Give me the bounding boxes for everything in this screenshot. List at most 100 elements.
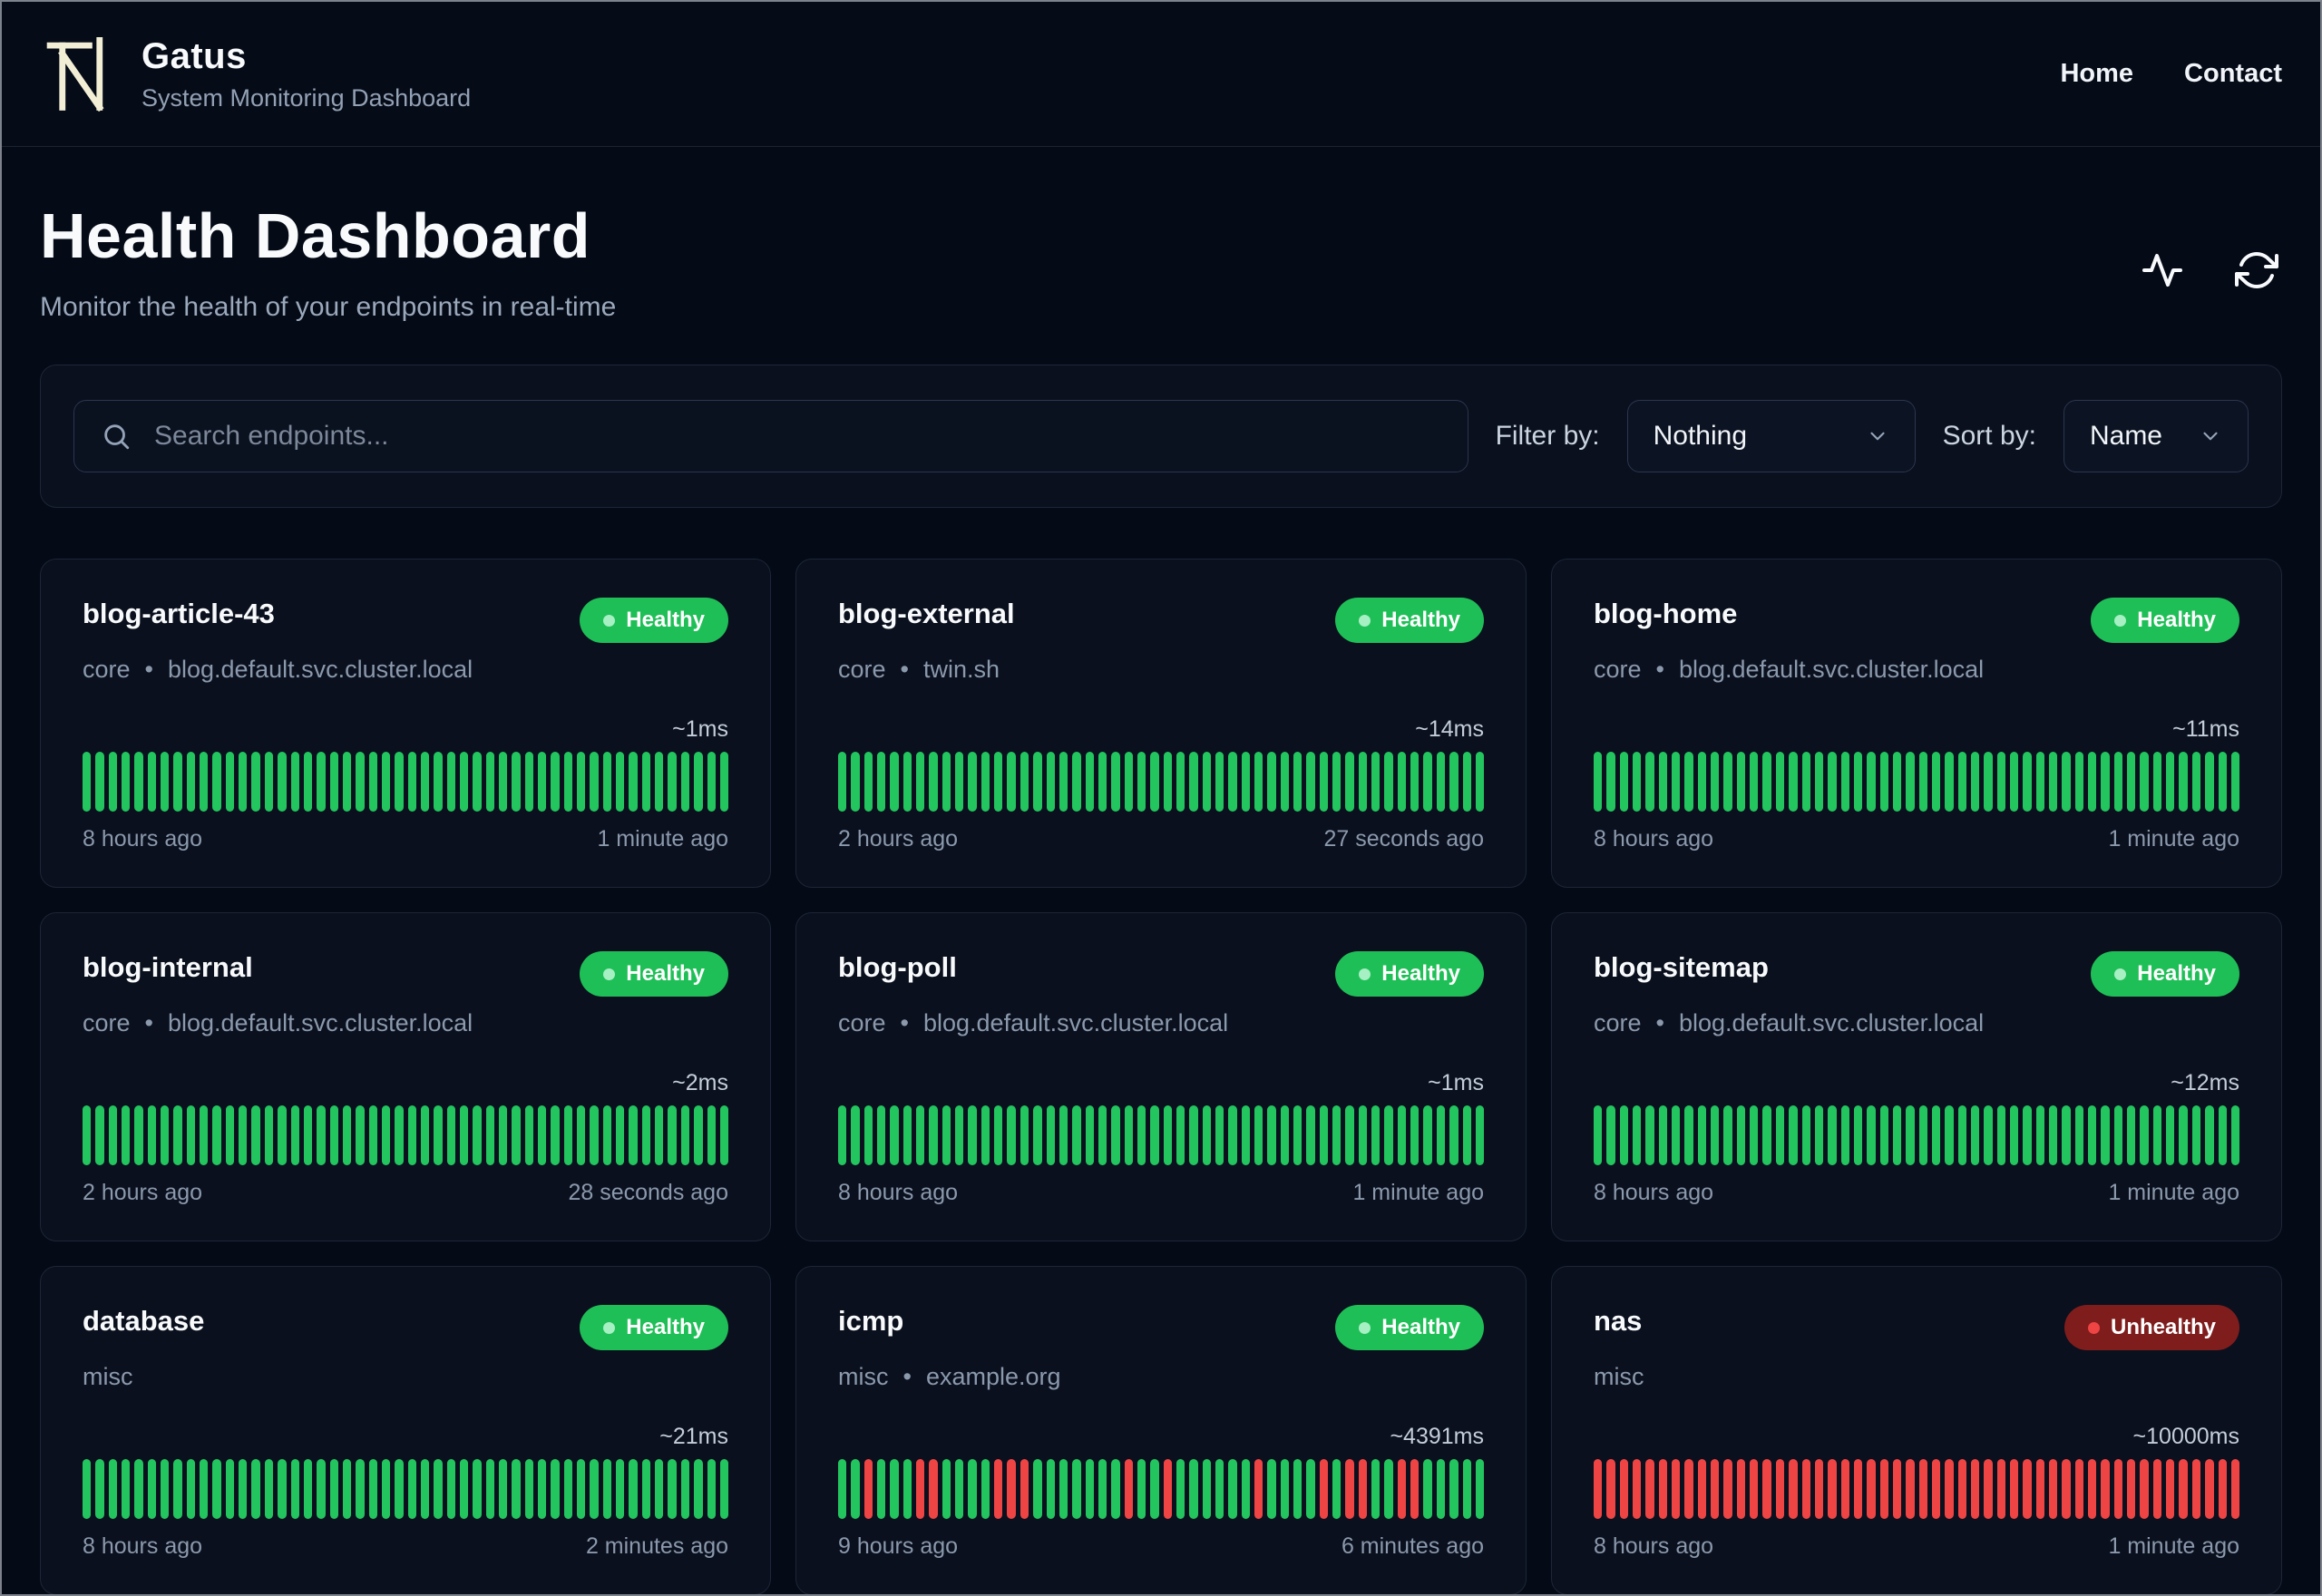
status-bar[interactable] (1945, 1105, 1954, 1165)
status-bar[interactable] (381, 1459, 391, 1519)
status-bar[interactable] (1345, 1459, 1354, 1519)
status-bar[interactable] (1775, 752, 1785, 812)
status-bar[interactable] (1371, 752, 1381, 812)
status-bar[interactable] (1085, 1459, 1094, 1519)
status-bar[interactable] (200, 752, 209, 812)
status-bar[interactable] (1345, 1105, 1354, 1165)
status-bar[interactable] (1267, 1459, 1276, 1519)
status-bar[interactable] (955, 1459, 964, 1519)
status-bar[interactable] (368, 752, 377, 812)
status-bar[interactable] (1384, 1105, 1393, 1165)
status-bar[interactable] (200, 1459, 209, 1519)
status-bar[interactable] (1423, 1105, 1432, 1165)
status-bar[interactable] (590, 1459, 599, 1519)
status-bar[interactable] (420, 1105, 430, 1165)
status-bar[interactable] (941, 752, 951, 812)
status-bar[interactable] (95, 1105, 104, 1165)
status-bar[interactable] (2205, 1459, 2214, 1519)
status-bar[interactable] (655, 752, 664, 812)
status-bar[interactable] (122, 1459, 131, 1519)
status-bar[interactable] (147, 1459, 157, 1519)
status-bar[interactable] (356, 752, 365, 812)
status-bar[interactable] (1789, 1105, 1798, 1165)
status-bar[interactable] (1384, 1459, 1393, 1519)
status-bar[interactable] (1319, 752, 1329, 812)
status-bar[interactable] (1150, 752, 1159, 812)
status-bar[interactable] (916, 1459, 925, 1519)
status-bar[interactable] (1228, 1105, 1237, 1165)
status-bar[interactable] (877, 752, 886, 812)
status-bar[interactable] (680, 1105, 690, 1165)
status-bar[interactable] (2127, 752, 2136, 812)
status-bar[interactable] (1984, 1105, 1993, 1165)
status-bar[interactable] (1007, 1105, 1016, 1165)
status-bar[interactable] (994, 1105, 1003, 1165)
status-bar[interactable] (1789, 1459, 1798, 1519)
status-bar[interactable] (1828, 1105, 1837, 1165)
status-bar[interactable] (1033, 1459, 1042, 1519)
status-bar[interactable] (851, 752, 860, 812)
status-bar[interactable] (395, 1105, 404, 1165)
status-bar[interactable] (1619, 1459, 1629, 1519)
status-bar[interactable] (1137, 1105, 1146, 1165)
status-bar[interactable] (1072, 1459, 1081, 1519)
status-bar[interactable] (1254, 752, 1263, 812)
status-bar[interactable] (1137, 752, 1146, 812)
status-bar[interactable] (641, 1105, 651, 1165)
status-bar[interactable] (212, 1105, 221, 1165)
status-bar[interactable] (459, 752, 469, 812)
status-bar[interactable] (2035, 1105, 2045, 1165)
status-bar[interactable] (342, 752, 352, 812)
status-bar[interactable] (538, 1105, 547, 1165)
status-bar[interactable] (485, 1459, 494, 1519)
status-bar[interactable] (1293, 752, 1302, 812)
status-bar[interactable] (1619, 1105, 1629, 1165)
status-bar[interactable] (551, 752, 560, 812)
nav-link-home[interactable]: Home (2060, 59, 2133, 89)
status-bar[interactable] (173, 1459, 182, 1519)
status-bar[interactable] (200, 1105, 209, 1165)
status-bar[interactable] (1619, 752, 1629, 812)
status-bar[interactable] (1202, 752, 1211, 812)
status-bar[interactable] (1176, 1105, 1185, 1165)
status-bar[interactable] (1945, 1459, 1954, 1519)
status-bar[interactable] (1332, 1459, 1341, 1519)
status-bar[interactable] (303, 1105, 313, 1165)
status-bar[interactable] (863, 752, 873, 812)
status-bar[interactable] (1814, 1105, 1824, 1165)
status-bar[interactable] (694, 752, 703, 812)
status-bar[interactable] (2049, 752, 2058, 812)
status-bar[interactable] (1931, 752, 1941, 812)
status-bar[interactable] (239, 1459, 248, 1519)
status-bar[interactable] (473, 752, 482, 812)
status-bar[interactable] (981, 752, 990, 812)
status-bar[interactable] (1801, 1105, 1810, 1165)
endpoint-card[interactable]: blog-poll Healthy core • blog.default.sv… (795, 912, 1527, 1241)
status-bar[interactable] (95, 752, 104, 812)
status-bar[interactable] (1750, 752, 1759, 812)
status-bar[interactable] (2230, 752, 2240, 812)
status-bar[interactable] (616, 752, 625, 812)
status-bar[interactable] (446, 1459, 455, 1519)
status-bar[interactable] (407, 752, 416, 812)
status-bar[interactable] (186, 1105, 196, 1165)
status-bar[interactable] (1189, 1459, 1198, 1519)
status-bar[interactable] (2010, 1459, 2019, 1519)
status-bar[interactable] (1358, 1105, 1368, 1165)
status-bar[interactable] (1423, 1459, 1432, 1519)
status-bar[interactable] (342, 1105, 352, 1165)
status-bar[interactable] (1046, 1105, 1055, 1165)
status-bar[interactable] (981, 1105, 990, 1165)
status-bar[interactable] (1124, 1459, 1133, 1519)
status-bar[interactable] (122, 1105, 131, 1165)
status-bar[interactable] (1358, 1459, 1368, 1519)
status-bar[interactable] (2010, 1105, 2019, 1165)
status-bar[interactable] (694, 1459, 703, 1519)
status-bar[interactable] (602, 1459, 612, 1519)
status-bar[interactable] (1945, 752, 1954, 812)
status-bar[interactable] (1957, 1459, 1966, 1519)
status-bar[interactable] (1762, 752, 1771, 812)
status-bar[interactable] (655, 1459, 664, 1519)
status-bar[interactable] (524, 1105, 534, 1165)
status-bar[interactable] (2166, 1459, 2175, 1519)
